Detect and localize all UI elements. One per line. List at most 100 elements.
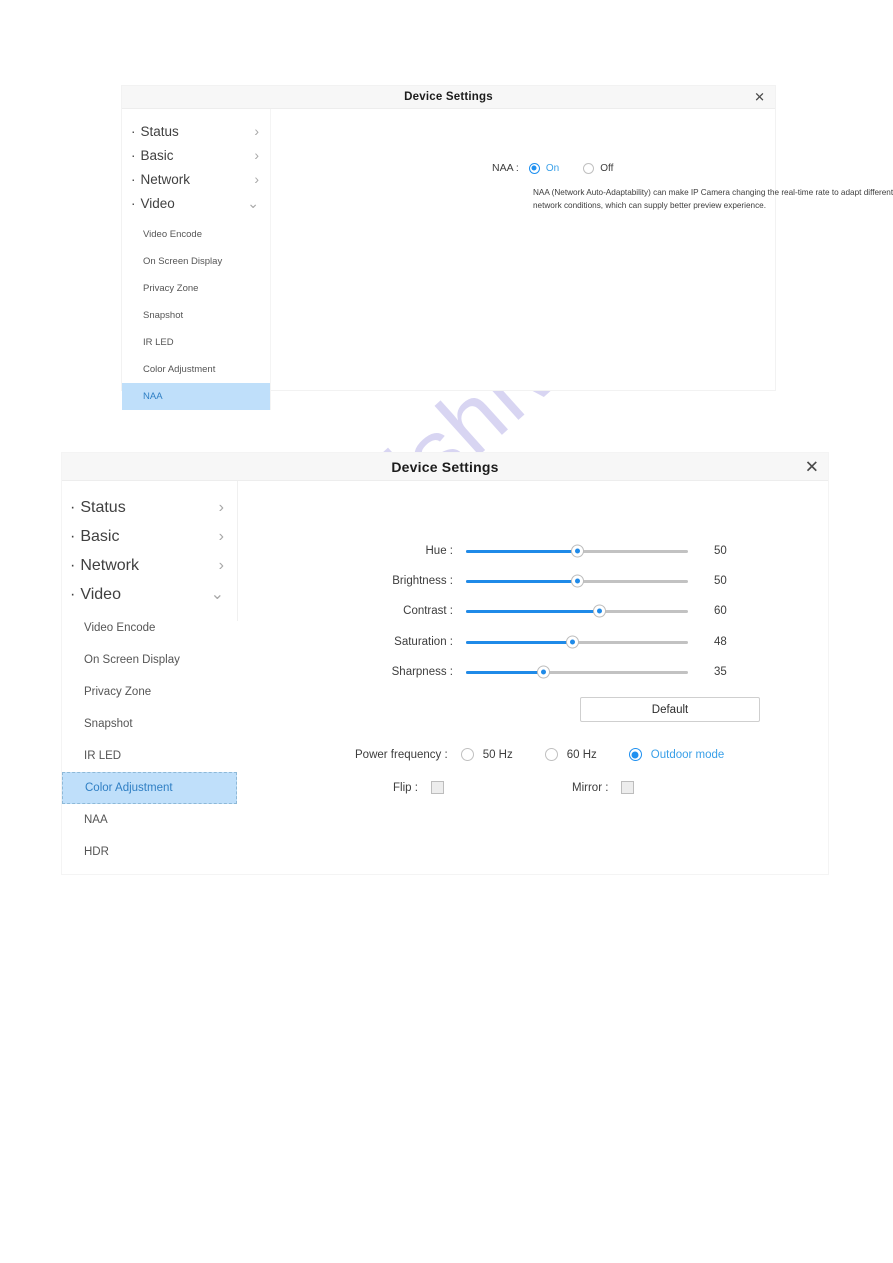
sidebar: Status Basic Network Video Video Encode … — [122, 109, 271, 410]
slider-thumb[interactable] — [570, 544, 584, 558]
sidebar: Status Basic Network Video Video Encode … — [62, 481, 238, 868]
slider-fill — [466, 670, 544, 674]
sidebar-item-snapshot[interactable]: Snapshot — [122, 302, 270, 329]
sidebar-item-on-screen-display[interactable]: On Screen Display — [62, 644, 237, 676]
slider-label: Saturation : — [394, 636, 453, 648]
color-adjustment-pane: Hue : 50 Brightness : 50 Contrast : 60 S… — [237, 481, 828, 875]
naa-description: NAA (Network Auto-Adaptability) can make… — [533, 188, 893, 210]
radio-unselected-icon — [544, 748, 558, 761]
default-button[interactable]: Default — [580, 697, 760, 722]
chevron-down-icon — [247, 196, 259, 210]
slider-thumb[interactable] — [537, 665, 551, 679]
chevron-right-icon — [219, 529, 224, 545]
close-icon[interactable]: ✕ — [805, 458, 819, 475]
power-frequency-label: Power frequency : — [355, 748, 448, 761]
radio-unselected-icon — [460, 748, 474, 761]
sidebar-item-video[interactable]: Video — [62, 580, 237, 609]
sidebar-item-label: Status — [70, 499, 125, 517]
naa-radio-on[interactable]: On — [528, 162, 560, 174]
sidebar-item-label: Status — [131, 124, 179, 139]
saturation-slider[interactable] — [466, 635, 688, 649]
sidebar-item-naa[interactable]: NAA — [122, 383, 270, 410]
contrast-slider[interactable] — [466, 604, 688, 618]
sidebar-item-label: Video — [131, 196, 175, 211]
mirror-row: Mirror : — [572, 781, 635, 794]
dialog-body: Status Basic Network Video Video Encode … — [122, 109, 893, 410]
slider-label: Brightness : — [392, 575, 453, 587]
dialog-header: Device Settings ✕ — [62, 453, 828, 481]
sidebar-item-video[interactable]: Video — [122, 191, 270, 215]
sidebar-item-basic[interactable]: Basic — [62, 522, 237, 551]
radio-unselected-icon — [583, 162, 595, 174]
sidebar-item-on-screen-display[interactable]: On Screen Display — [122, 248, 270, 275]
slider-thumb[interactable] — [570, 574, 584, 588]
flip-checkbox[interactable] — [430, 781, 444, 794]
slider-row-saturation: Saturation : 48 — [347, 635, 748, 649]
power-frequency-outdoor-mode[interactable]: Outdoor mode — [628, 748, 725, 761]
slider-row-contrast: Contrast : 60 — [347, 604, 748, 618]
slider-fill — [466, 640, 573, 644]
sidebar-item-network[interactable]: Network — [62, 551, 237, 580]
naa-radio-off-label: Off — [600, 162, 614, 174]
slider-thumb[interactable] — [566, 635, 580, 649]
slider-value: 50 — [714, 575, 727, 587]
flip-row: Flip : — [393, 781, 444, 794]
naa-radio-off[interactable]: Off — [583, 162, 614, 174]
slider-row-sharpness: Sharpness : 35 — [347, 665, 748, 679]
sidebar-item-ir-led[interactable]: IR LED — [62, 740, 237, 772]
sidebar-item-basic[interactable]: Basic — [122, 143, 270, 167]
power-frequency-50hz[interactable]: 50 Hz — [460, 748, 513, 761]
sidebar-item-color-adjustment[interactable]: Color Adjustment — [62, 772, 237, 804]
sidebar-item-status[interactable]: Status — [122, 119, 270, 143]
sidebar-item-ir-led[interactable]: IR LED — [122, 329, 270, 356]
close-icon[interactable]: ✕ — [754, 91, 765, 104]
power-frequency-outdoor-mode-label: Outdoor mode — [650, 748, 725, 761]
slider-row-brightness: Brightness : 50 — [347, 574, 748, 588]
chevron-right-icon — [254, 148, 259, 162]
dialog-body: Status Basic Network Video Video Encode … — [62, 481, 828, 875]
power-frequency-row: Power frequency : 50 Hz 60 Hz Outdoor mo… — [355, 748, 724, 761]
sidebar-item-privacy-zone[interactable]: Privacy Zone — [122, 275, 270, 302]
slider-label: Hue : — [425, 545, 454, 557]
chevron-right-icon — [219, 558, 224, 574]
sidebar-item-network[interactable]: Network — [122, 167, 270, 191]
slider-value: 48 — [714, 636, 727, 648]
flip-label: Flip : — [393, 781, 418, 794]
brightness-slider[interactable] — [466, 574, 688, 588]
sharpness-slider[interactable] — [466, 665, 688, 679]
slider-fill — [466, 549, 577, 553]
hue-slider[interactable] — [466, 544, 688, 558]
power-frequency-60hz[interactable]: 60 Hz — [544, 748, 597, 761]
dialog-header: Device Settings ✕ — [122, 86, 775, 109]
sidebar-item-label: Basic — [70, 528, 119, 546]
slider-thumb[interactable] — [592, 604, 606, 618]
device-settings-dialog-color: Device Settings ✕ Status Basic Network V… — [62, 453, 828, 874]
chevron-right-icon — [254, 172, 259, 186]
page-title: Device Settings — [391, 458, 499, 475]
sidebar-item-label: Basic — [131, 148, 174, 163]
device-settings-dialog-naa: Device Settings ✕ Status Basic Network V… — [122, 86, 893, 410]
sidebar-item-status[interactable]: Status — [62, 493, 237, 522]
sidebar-item-naa[interactable]: NAA — [62, 804, 237, 836]
sidebar-item-snapshot[interactable]: Snapshot — [62, 708, 237, 740]
sidebar-item-video-encode[interactable]: Video Encode — [62, 612, 237, 644]
chevron-down-icon — [211, 587, 224, 603]
sidebar-item-video-encode[interactable]: Video Encode — [122, 221, 270, 248]
sidebar-item-privacy-zone[interactable]: Privacy Zone — [62, 676, 237, 708]
power-frequency-50hz-label: 50 Hz — [482, 748, 513, 761]
slider-label: Contrast : — [403, 605, 453, 617]
sidebar-item-color-adjustment[interactable]: Color Adjustment — [122, 356, 270, 383]
mirror-label: Mirror : — [572, 781, 609, 794]
slider-value: 50 — [714, 545, 727, 557]
slider-fill — [466, 609, 600, 613]
page-title: Device Settings — [404, 91, 493, 103]
slider-value: 35 — [714, 666, 727, 678]
sidebar-item-hdr[interactable]: HDR — [62, 836, 237, 868]
chevron-right-icon — [254, 124, 259, 138]
naa-radio-on-label: On — [545, 162, 560, 174]
sidebar-divider — [270, 109, 271, 410]
mirror-checkbox[interactable] — [621, 781, 635, 794]
slider-label: Sharpness : — [391, 666, 453, 678]
sidebar-item-label: Network — [131, 172, 191, 187]
slider-row-hue: Hue : 50 — [347, 544, 748, 558]
